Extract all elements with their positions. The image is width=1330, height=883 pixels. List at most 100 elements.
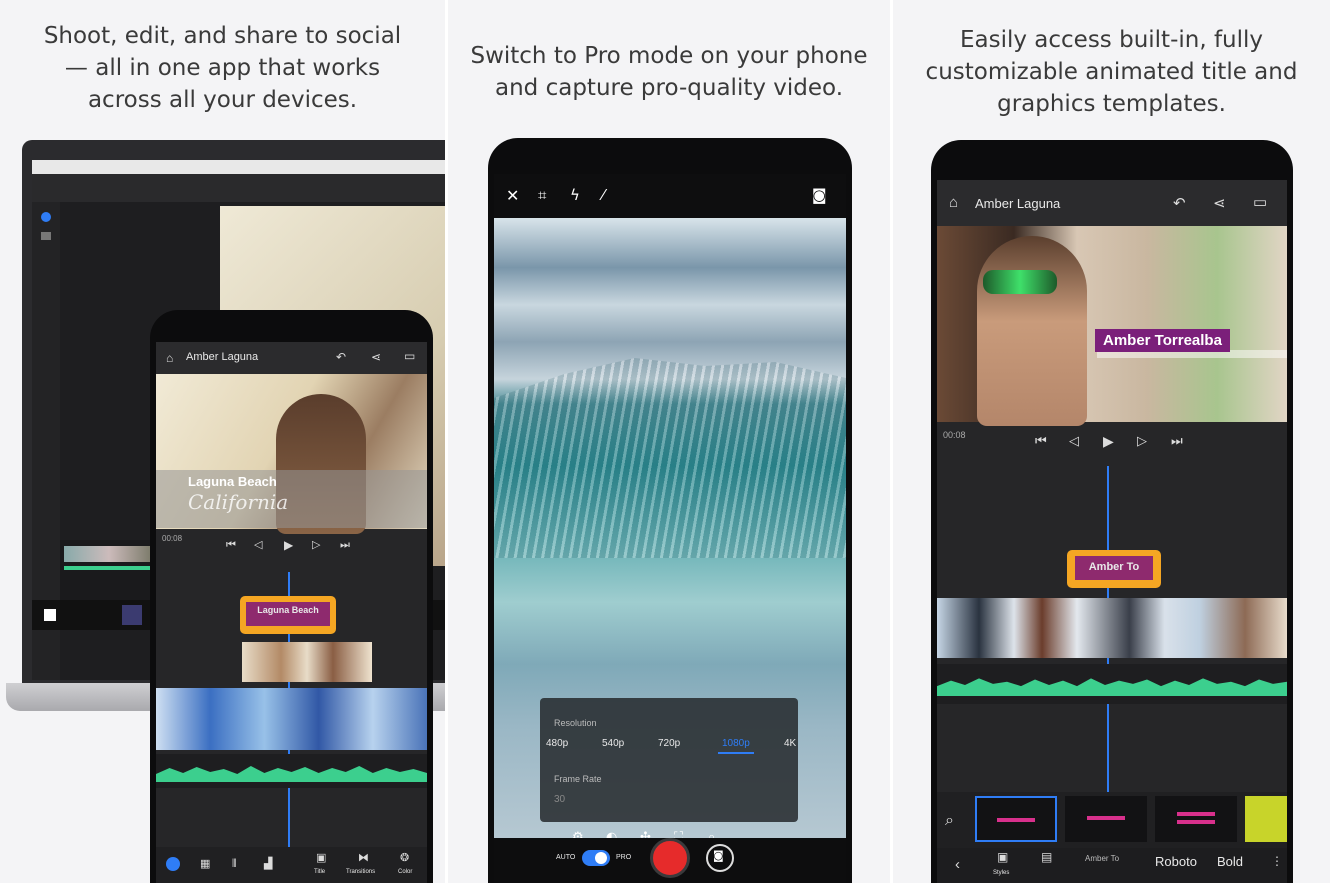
frame-rate-value[interactable]: 30	[554, 794, 565, 805]
step-back-icon[interactable]: ◁	[254, 538, 262, 551]
resolution-option-2[interactable]: 540p	[602, 738, 624, 749]
panel-cross-device: Shoot, edit, and share to social — all i…	[0, 0, 445, 883]
headline-middle: Switch to Pro mode on your phone and cap…	[448, 40, 890, 104]
skip-forward-icon[interactable]: ⏭	[340, 538, 350, 552]
middle-phone: ✕ ⌗ ϟ ⁄ ◙ Resolution 480p 540p 720p 1080…	[488, 138, 852, 883]
home-icon[interactable]: ⌂	[166, 351, 173, 365]
right-video-track[interactable]	[937, 598, 1287, 658]
home-icon[interactable]: ⌂	[949, 194, 958, 211]
left-overlay-subtitle: California	[188, 490, 289, 514]
right-title-clip[interactable]: Amber To	[1067, 550, 1161, 588]
camera-bottom-bar: AUTO PRO ◙	[494, 838, 846, 883]
title-tool-icon[interactable]: ▣	[316, 851, 326, 864]
left-phone-screen: ⌂ Amber Laguna ↶ ⋖ ▭ Laguna Beach Califo…	[156, 342, 427, 883]
wand-icon[interactable]: ⁄	[602, 186, 605, 204]
layer-label: Amber To	[1085, 854, 1120, 863]
split-icon[interactable]: ⫴	[232, 857, 237, 871]
skip-forward-icon[interactable]: ⏭	[1171, 434, 1183, 449]
right-preview: Amber Torrealba	[937, 226, 1287, 426]
comment-icon[interactable]: ▭	[404, 349, 415, 363]
skip-back-icon[interactable]: ⏮	[1035, 434, 1047, 449]
headline-left-line-1: Shoot, edit, and share to social	[43, 23, 402, 49]
laptop-toolbar	[32, 174, 445, 202]
font-name[interactable]: Roboto	[1155, 854, 1197, 869]
share-icon[interactable]: ⋖	[1213, 194, 1226, 212]
headline-right-line-1: Easily access built-in, fully	[959, 27, 1264, 53]
font-weight[interactable]: Bold	[1217, 854, 1243, 869]
transitions-icon[interactable]: ⧓	[358, 851, 369, 864]
template-thumb-3[interactable]	[1155, 796, 1237, 842]
search-icon[interactable]: ⌕	[945, 810, 954, 830]
left-transport: ⏮ ◁ ▶ ▷ ⏭	[226, 538, 366, 554]
template-thumb-2[interactable]	[1065, 796, 1147, 842]
left-title-clip-label: Laguna Beach	[246, 602, 330, 626]
color-label: Color	[398, 869, 413, 875]
headline-left-line-2: — all in one app that works	[64, 55, 381, 81]
left-broll-clip[interactable]	[242, 642, 372, 682]
left-phone: ⌂ Amber Laguna ↶ ⋖ ▭ Laguna Beach Califo…	[150, 310, 433, 883]
camera-switch-icon[interactable]: ◙	[812, 186, 827, 204]
snapshot-button[interactable]: ◙	[706, 844, 734, 872]
headline-left-line-3: across all your devices.	[87, 87, 358, 113]
play-icon[interactable]: ▶	[284, 538, 293, 552]
left-title-clip[interactable]: Laguna Beach	[240, 596, 336, 634]
headline-middle-line-2: and capture pro-quality video.	[495, 75, 843, 101]
camera-icon: ◙	[713, 849, 724, 862]
left-preview: Laguna Beach California	[156, 374, 427, 534]
undo-icon[interactable]: ↶	[336, 350, 346, 364]
camera-top-bar: ✕ ⌗ ϟ ⁄ ◙	[494, 174, 846, 218]
grid-icon[interactable]: ▦	[200, 857, 210, 870]
close-icon[interactable]: ✕	[506, 186, 519, 205]
styles-label: Styles	[993, 870, 1010, 876]
auto-pro-toggle[interactable]	[582, 850, 610, 866]
color-icon[interactable]: ❂	[400, 851, 409, 864]
resolution-option-4[interactable]: 1080p	[722, 738, 750, 749]
title-tool-label: Title	[314, 869, 326, 875]
right-phone-screen: ⌂ Amber Laguna ↶ ⋖ ▭ Amber Torrealba 00:…	[937, 180, 1287, 883]
step-forward-icon[interactable]: ▷	[312, 538, 320, 551]
resolution-option-5[interactable]: 4K	[784, 738, 796, 749]
play-icon[interactable]: ▶	[1103, 434, 1114, 450]
right-app-header: ⌂ Amber Laguna ↶ ⋖ ▭	[937, 180, 1287, 226]
mode-auto-label: AUTO	[556, 854, 576, 861]
step-forward-icon[interactable]: ▷	[1137, 434, 1147, 449]
layer-icon[interactable]: ▤	[1041, 850, 1052, 864]
right-project-title: Amber Laguna	[975, 196, 1061, 211]
left-audio-track[interactable]	[156, 754, 427, 788]
headline-right-line-3: graphics templates.	[997, 91, 1226, 117]
resolution-option-1[interactable]: 480p	[546, 738, 568, 749]
template-thumb-4[interactable]	[1245, 796, 1287, 842]
skip-back-icon[interactable]: ⏮	[226, 538, 236, 552]
left-overlay-title: Laguna Beach	[188, 474, 277, 489]
mode-pro-label: PRO	[616, 854, 632, 861]
step-back-icon[interactable]: ◁	[1069, 434, 1079, 449]
bars-icon[interactable]: ▟	[264, 857, 272, 870]
template-thumb-1[interactable]	[975, 796, 1057, 842]
headline-middle-line-1: Switch to Pro mode on your phone	[470, 43, 868, 69]
resolution-label: Resolution	[554, 718, 597, 728]
middle-phone-screen: ✕ ⌗ ϟ ⁄ ◙ Resolution 480p 540p 720p 1080…	[494, 174, 846, 883]
undo-icon[interactable]: ↶	[1173, 194, 1186, 212]
resolution-option-3[interactable]: 720p	[658, 738, 680, 749]
left-app-header: ⌂ Amber Laguna ↶ ⋖ ▭	[156, 342, 427, 374]
more-icon[interactable]: ⋮	[1271, 854, 1283, 868]
sidebar-dot-icon[interactable]	[41, 212, 51, 222]
left-timecode: 00:08	[162, 534, 183, 543]
flash-icon[interactable]: ϟ	[570, 186, 580, 204]
right-timecode: 00:08	[943, 430, 966, 440]
comment-icon[interactable]: ▭	[1253, 193, 1267, 211]
back-chevron-icon[interactable]: ‹	[955, 856, 960, 873]
left-video-track[interactable]	[156, 688, 427, 750]
right-phone: ⌂ Amber Laguna ↶ ⋖ ▭ Amber Torrealba 00:…	[931, 140, 1293, 883]
lower-third-title: Amber Torrealba	[1095, 329, 1230, 352]
right-title-clip-label: Amber To	[1075, 556, 1153, 580]
panel-pro-mode: Switch to Pro mode on your phone and cap…	[448, 0, 890, 883]
right-bottom-toolbar: ‹ ▣ Styles ▤ Amber To Roboto Bold ⋮	[937, 848, 1287, 883]
grid-overlay-icon[interactable]: ⌗	[538, 186, 546, 204]
media-add-icon[interactable]	[166, 857, 180, 871]
styles-icon[interactable]: ▣	[997, 850, 1008, 864]
right-audio-track[interactable]	[937, 664, 1287, 704]
sidebar-square-icon[interactable]	[41, 232, 51, 240]
record-button[interactable]	[650, 838, 690, 878]
share-icon[interactable]: ⋖	[371, 350, 381, 364]
